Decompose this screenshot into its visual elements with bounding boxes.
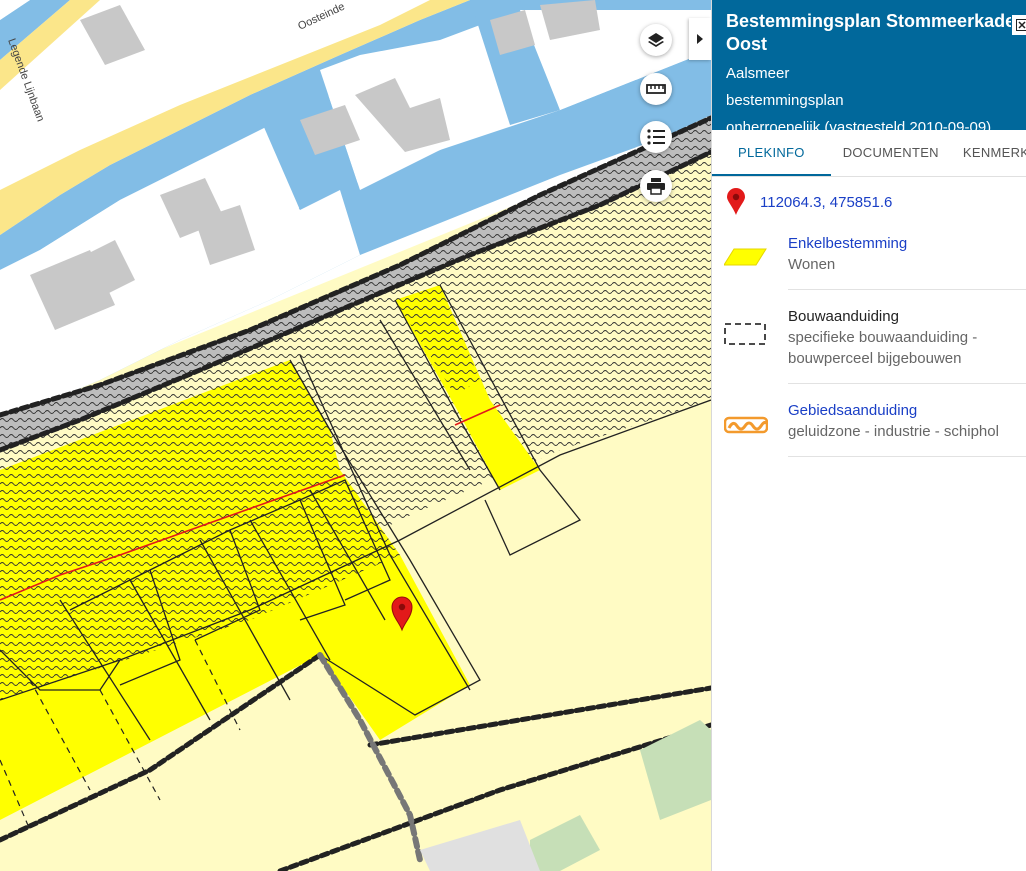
legend-button[interactable]: [640, 121, 672, 153]
map-pin-icon: [727, 188, 745, 215]
orange-zigzag-icon: [724, 416, 768, 434]
map-view[interactable]: Oosteinde Legende Lijnbaan: [0, 0, 711, 871]
measure-button[interactable]: [640, 73, 672, 105]
bouwaanduiding-value: specifieke bouwaanduiding - bouwperceel …: [788, 329, 978, 367]
list-item-bouwaanduiding: Bouwaanduiding specifieke bouwaanduiding…: [712, 290, 1026, 384]
plan-status-label: onherroepelijk (vastgesteld 2010-09-09): [726, 119, 992, 136]
coordinates-link[interactable]: 112064.3, 475851.6: [760, 194, 892, 211]
gebiedsaanduiding-value: geluidzone - industrie - schiphol: [788, 423, 999, 440]
ruler-icon: [646, 84, 666, 94]
plan-title: Bestemmingsplan Stommeerkade Oost: [726, 11, 1016, 54]
coordinate-row: 112064.3, 475851.6: [712, 177, 1026, 217]
info-panel: Bestemmingsplan Stommeerkade Oost Aalsme…: [711, 0, 1026, 871]
close-panel-button[interactable]: [1011, 14, 1026, 36]
collapse-panel-button[interactable]: [689, 18, 711, 60]
legend-list-icon: [647, 129, 665, 145]
bouwaanduiding-label: Bouwaanduiding: [788, 308, 899, 325]
panel-header: Bestemmingsplan Stommeerkade Oost Aalsme…: [712, 0, 1026, 136]
list-item-enkelbestemming: Enkelbestemming Wonen: [712, 217, 1026, 290]
dashed-rectangle-icon: [724, 323, 766, 345]
plan-type-label: bestemmingsplan: [726, 92, 844, 109]
close-icon: [1016, 19, 1026, 31]
municipality-label: Aalsmeer: [726, 65, 790, 82]
layers-button[interactable]: [640, 24, 672, 56]
list-item-gebiedsaanduiding: Gebiedsaanduiding geluidzone - industrie…: [712, 384, 1026, 457]
enkelbestemming-link[interactable]: Enkelbestemming: [788, 233, 1026, 254]
layers-icon: [648, 33, 664, 47]
gebiedsaanduiding-link[interactable]: Gebiedsaanduiding: [788, 400, 1026, 421]
chevron-right-icon: [697, 34, 703, 44]
enkelbestemming-value: Wonen: [788, 256, 836, 273]
print-button[interactable]: [640, 170, 672, 202]
yellow-parallelogram-icon: [724, 248, 767, 266]
print-icon: [647, 178, 665, 195]
